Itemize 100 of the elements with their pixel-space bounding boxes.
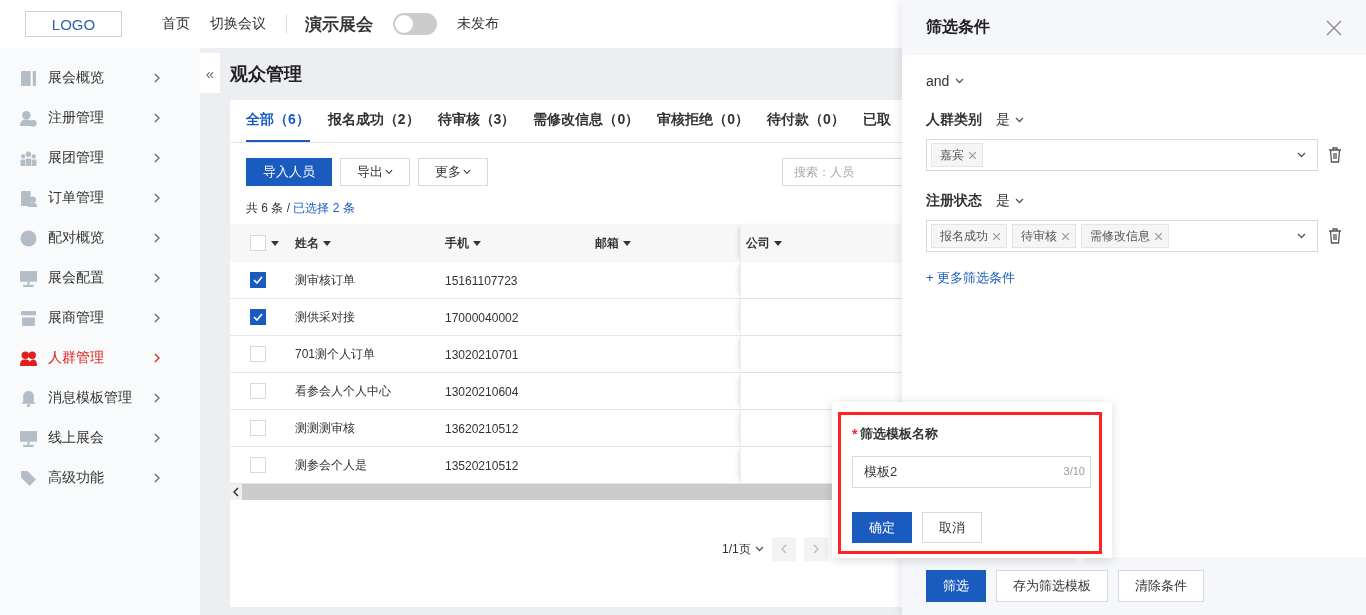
import-button[interactable]: 导入人员: [246, 158, 332, 186]
sidebar-item[interactable]: 配对概览: [0, 218, 200, 258]
monitor-icon: [20, 429, 37, 447]
publish-toggle[interactable]: [393, 13, 437, 35]
previous-page-button[interactable]: [771, 537, 796, 561]
tag[interactable]: 嘉宾: [931, 143, 983, 167]
store-icon: [20, 309, 37, 327]
logic-select[interactable]: and: [926, 72, 1342, 90]
table-cell: 15161107723: [445, 273, 518, 288]
sidebar-item[interactable]: 人群管理: [0, 338, 200, 378]
caret-icon: [463, 169, 471, 175]
caret-icon: [1297, 233, 1306, 239]
operator-select[interactable]: 是: [996, 111, 1024, 129]
table-cell: 看参会人个人中心: [295, 383, 391, 398]
chevron-right-icon: [153, 233, 161, 243]
caret-icon: [955, 78, 965, 84]
tab[interactable]: 审核拒绝（0）: [657, 100, 749, 142]
table-cell: 测参会个人是: [295, 457, 367, 472]
page-title: 观众管理: [230, 63, 303, 86]
multi-select[interactable]: 报名成功 待审核 需修改信息: [926, 220, 1318, 252]
next-page-button[interactable]: [803, 537, 828, 561]
logo[interactable]: LOGO: [25, 11, 122, 37]
trash-icon[interactable]: [1328, 228, 1342, 244]
page-select[interactable]: 1/1页: [722, 540, 764, 558]
caret-icon: [1015, 117, 1024, 123]
count-text: 共 6 条 / 已选择 2 条: [246, 200, 356, 217]
column-header[interactable]: 邮箱: [595, 234, 631, 252]
table-cell: 701测个人订单: [295, 346, 376, 361]
column-header[interactable]: 姓名: [295, 234, 331, 252]
nav-link[interactable]: 首页: [162, 15, 190, 33]
table-cell: 测审核订单: [295, 272, 355, 287]
tag[interactable]: 需修改信息: [1081, 224, 1169, 248]
sidebar-item[interactable]: 订单管理: [0, 178, 200, 218]
table-cell: 13520210512: [445, 458, 519, 473]
chevron-right-icon: [153, 393, 161, 403]
table-cell: 测供采对接: [295, 309, 355, 324]
remove-icon: [1155, 232, 1162, 240]
tab[interactable]: 已取: [862, 100, 891, 142]
chevron-right-icon: [153, 113, 161, 123]
bell-icon: [20, 389, 37, 407]
footer-button[interactable]: 筛选: [926, 570, 986, 602]
table-cell: 17000040002: [445, 310, 519, 325]
chevron-right-icon: [153, 433, 161, 443]
tab[interactable]: 需修改信息（0）: [533, 100, 640, 142]
dropdown-button[interactable]: 导出: [340, 158, 410, 186]
column-header[interactable]: 手机: [445, 234, 481, 252]
selected-link[interactable]: 已选择 2 条: [293, 201, 355, 215]
trash-icon[interactable]: [1328, 147, 1342, 163]
remove-icon: [969, 151, 976, 159]
confirm-button[interactable]: 确定: [852, 512, 912, 543]
caret-icon: [623, 240, 631, 246]
chevron-right-icon: [812, 544, 819, 554]
chevron-left-icon: [780, 544, 787, 554]
checkbox[interactable]: [250, 272, 266, 288]
monitor-icon: [20, 269, 37, 287]
scroll-left-icon: [233, 487, 239, 497]
checkbox[interactable]: [250, 309, 266, 325]
add-filter-link[interactable]: + 更多筛选条件: [926, 269, 1016, 287]
chevron-right-icon: [153, 153, 161, 163]
sidebar-item[interactable]: 注册管理: [0, 98, 200, 138]
required-mark: *: [852, 426, 858, 442]
sidebar-item[interactable]: 高级功能: [0, 458, 200, 498]
dropdown-button[interactable]: 更多: [418, 158, 488, 186]
caret-icon: [473, 240, 481, 246]
sidebar-item[interactable]: 线上展会: [0, 418, 200, 458]
tag[interactable]: 报名成功: [931, 224, 1007, 248]
sidebar-item[interactable]: 展会配置: [0, 258, 200, 298]
search-field[interactable]: 搜索：人员: [782, 158, 902, 186]
footer-button[interactable]: 清除条件: [1118, 570, 1204, 602]
nav-link[interactable]: 切换会议: [210, 15, 266, 33]
sidebar-item[interactable]: 消息模板管理: [0, 378, 200, 418]
document-icon: [20, 69, 37, 87]
close-icon[interactable]: [1326, 19, 1342, 36]
tab[interactable]: 待审核（3）: [437, 100, 516, 142]
caret-icon: [774, 240, 782, 246]
chevron-right-icon: [153, 313, 161, 323]
tab[interactable]: 待付款（0）: [767, 100, 845, 142]
tab[interactable]: 全部（6）: [246, 100, 310, 142]
sidebar-item[interactable]: 展团管理: [0, 138, 200, 178]
tab[interactable]: 报名成功（2）: [327, 100, 420, 142]
multi-select[interactable]: 嘉宾: [926, 139, 1318, 171]
chevron-right-icon: [153, 193, 161, 203]
cancel-button[interactable]: 取消: [922, 512, 982, 543]
char-counter: 3/10: [1063, 465, 1085, 477]
sidebar-item[interactable]: 展商管理: [0, 298, 200, 338]
drawer-title: 筛选条件: [926, 17, 991, 37]
sidebar-item[interactable]: 展会概览: [0, 58, 200, 98]
collapse-button[interactable]: «: [200, 53, 220, 93]
check-icon: [253, 276, 263, 284]
field-label: 筛选模板名称: [860, 425, 939, 443]
caret-icon: [271, 240, 279, 246]
filter-label: 人群类别: [926, 111, 982, 129]
column-header[interactable]: 公司: [746, 234, 782, 252]
caret-icon: [754, 546, 764, 552]
filter-label: 注册状态: [926, 192, 982, 210]
tag[interactable]: 待审核: [1012, 224, 1076, 248]
publish-status: 未发布: [457, 15, 499, 33]
table-cell: 13620210512: [445, 421, 519, 436]
operator-select[interactable]: 是: [996, 192, 1024, 210]
footer-button[interactable]: 存为筛选模板: [996, 570, 1108, 602]
